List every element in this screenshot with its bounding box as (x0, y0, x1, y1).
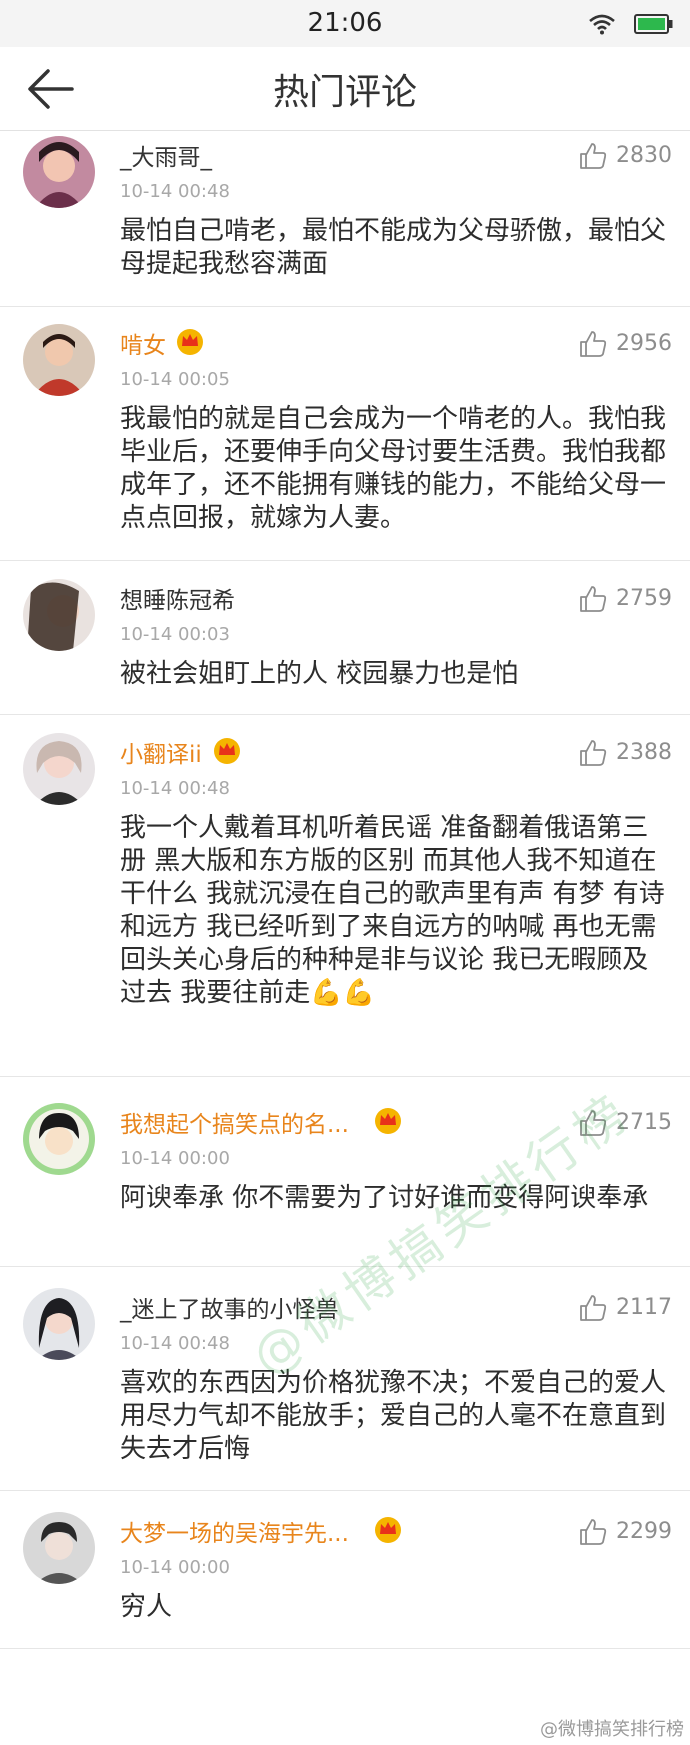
avatar[interactable] (23, 1512, 95, 1584)
page-title: 热门评论 (272, 72, 417, 113)
thumbs-up-icon[interactable] (578, 584, 608, 614)
avatar[interactable] (23, 136, 95, 208)
comment-time: 10-14 00:03 (120, 624, 230, 645)
comment-username[interactable]: 啃女 (120, 326, 166, 360)
nav-bar: 热门评论 (0, 47, 690, 131)
wifi-icon (589, 14, 615, 35)
comment-username[interactable]: _大雨哥_ (120, 138, 212, 172)
comment-item: 大梦一场的吴海宇先... 10-14 00:00 2299 穷人 (0, 1490, 690, 1649)
comment-item: _大雨哥_ 10-14 00:48 2830 最怕自己啃老，最怕不能成为父母骄傲… (0, 131, 690, 307)
crown-badge-icon (214, 738, 240, 764)
like-count: 2830 (616, 143, 672, 168)
crown-badge-icon (375, 1108, 401, 1134)
thumbs-up-icon[interactable] (578, 738, 608, 768)
comment-text: 最怕自己啃老，最怕不能成为父母骄傲，最怕父母提起我愁容满面 (120, 216, 667, 279)
crown-badge-icon (177, 329, 203, 355)
comment-item: 小翻译ii 10-14 00:48 2388 我一个人戴着耳机听着民谣 准备翻着… (0, 714, 690, 1077)
corner-watermark: @微博搞笑排行榜 (540, 1719, 684, 1740)
thumbs-up-icon[interactable] (578, 329, 608, 359)
comment-text: 被社会姐盯上的人 校园暴力也是怕 (120, 659, 519, 689)
status-time: 21:06 (307, 8, 383, 38)
comment-time: 10-14 00:05 (120, 369, 230, 390)
avatar[interactable] (23, 1103, 95, 1175)
thumbs-up-icon[interactable] (578, 1293, 608, 1323)
avatar[interactable] (23, 324, 95, 396)
crown-badge-icon (375, 1517, 401, 1543)
like-count: 2117 (616, 1295, 672, 1320)
comment-item: 想睡陈冠希 10-14 00:03 2759 被社会姐盯上的人 校园暴力也是怕 (0, 560, 690, 715)
like-count: 2759 (616, 586, 672, 611)
avatar[interactable] (23, 733, 95, 805)
like-count: 2299 (616, 1519, 672, 1544)
status-bar: 21:06 (0, 0, 690, 47)
comment-time: 10-14 00:48 (120, 181, 230, 202)
thumbs-up-icon[interactable] (578, 141, 608, 171)
thumbs-up-icon[interactable] (578, 1517, 608, 1547)
comment-time: 10-14 00:00 (120, 1148, 230, 1169)
like-count: 2388 (616, 740, 672, 765)
battery-icon (634, 14, 673, 34)
comment-time: 10-14 00:00 (120, 1557, 230, 1578)
avatar[interactable] (23, 1288, 95, 1360)
comment-text: 喜欢的东西因为价格犹豫不决；不爱自己的爱人用尽力气却不能放手；爱自己的人毫不在意… (120, 1368, 667, 1464)
comment-text: 穷人 (120, 1592, 173, 1622)
comment-username[interactable]: 我想起个搞笑点的名... (120, 1105, 349, 1139)
comment-item: 啃女 10-14 00:05 2956 我最怕的就是自己会成为一个啃老的人。我怕… (0, 306, 690, 561)
comment-username[interactable]: 想睡陈冠希 (120, 581, 235, 615)
comment-text: 阿谀奉承 你不需要为了讨好谁而变得阿谀奉承 (120, 1183, 649, 1213)
comment-time: 10-14 00:48 (120, 1333, 230, 1354)
comment-username[interactable]: 大梦一场的吴海宇先... (120, 1514, 349, 1548)
comment-time: 10-14 00:48 (120, 778, 230, 799)
like-count: 2956 (616, 331, 672, 356)
comment-text: 我最怕的就是自己会成为一个啃老的人。我怕我毕业后，还要伸手向父母讨要生活费。我怕… (120, 404, 667, 533)
comment-text: 我一个人戴着耳机听着民谣 准备翻着俄语第三册 黑大版和东方版的区别 而其他人我不… (120, 813, 665, 1008)
comment-username[interactable]: 小翻译ii (120, 735, 202, 769)
avatar[interactable] (23, 579, 95, 651)
